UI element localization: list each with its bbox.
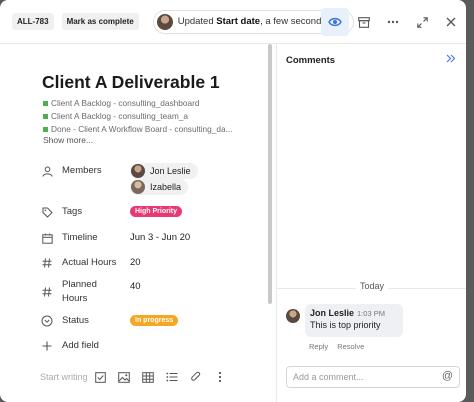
resolve-link[interactable]: Resolve — [337, 342, 364, 351]
board-link[interactable]: Client A Backlog - consulting_dashboard — [43, 98, 200, 108]
member-chip[interactable]: Izabella — [130, 179, 189, 195]
status-label: Status — [62, 315, 89, 326]
timeline-field: Timeline — [40, 231, 98, 245]
planned-hours-value[interactable]: 40 — [130, 280, 141, 294]
avatar — [131, 164, 145, 178]
members-label: Members — [62, 165, 102, 176]
board-link[interactable]: Done - Client A Workflow Board - consult… — [43, 124, 233, 134]
comments-title: Comments — [286, 55, 336, 66]
status-circle-icon — [40, 314, 54, 328]
tags-label: Tags — [62, 206, 83, 217]
list-icon[interactable] — [160, 370, 184, 384]
tag-badge[interactable]: High Priority — [130, 206, 183, 217]
show-more-link[interactable]: Show more... — [43, 135, 93, 145]
planned-hours-label: Planned — [62, 279, 97, 290]
more-vertical-icon[interactable] — [208, 370, 232, 384]
checkbox-icon[interactable] — [88, 370, 112, 384]
member-name: Izabella — [150, 182, 182, 192]
hash-icon — [40, 256, 54, 270]
reply-link[interactable]: Reply — [309, 342, 328, 351]
description-composer: Start writing — [40, 370, 232, 384]
member-chip[interactable]: Jon Leslie — [130, 163, 198, 179]
calendar-icon — [40, 231, 54, 245]
members-field: Members — [40, 164, 102, 178]
comments-panel: Comments Today Jon Leslie 1:03 PM This is… — [277, 44, 466, 402]
comment-input-placeholder: Add a comment... — [293, 372, 364, 382]
actual-hours-label: Actual Hours — [62, 257, 117, 268]
collapse-icon[interactable] — [446, 54, 456, 66]
expand-icon[interactable] — [408, 8, 436, 36]
avatar — [131, 180, 145, 194]
person-icon — [40, 164, 54, 178]
status-badge[interactable]: In progress — [130, 315, 179, 326]
board-square-icon — [43, 100, 48, 106]
day-label: Today — [356, 281, 389, 291]
tag-icon — [40, 205, 54, 219]
board-link[interactable]: Client A Backlog - consulting_team_a — [43, 111, 188, 121]
comment-author: Jon Leslie — [310, 308, 355, 318]
table-icon[interactable] — [136, 370, 160, 384]
task-id-chip[interactable]: ALL-783 — [12, 13, 54, 30]
timeline-value[interactable]: Jun 3 - Jun 20 — [130, 231, 190, 245]
mark-complete-button[interactable]: Mark as complete — [61, 13, 139, 30]
avatar — [286, 309, 300, 323]
task-header: ALL-783 Mark as complete Updated Start d… — [0, 0, 466, 44]
composer-placeholder[interactable]: Start writing — [40, 372, 88, 382]
scrollbar[interactable] — [268, 44, 272, 304]
mention-icon[interactable]: @ — [442, 370, 453, 382]
avatar — [156, 13, 173, 30]
actual-hours-field: Actual Hours — [40, 256, 116, 270]
close-icon[interactable] — [437, 8, 465, 36]
board-square-icon — [43, 126, 48, 132]
hash-icon — [40, 285, 54, 299]
task-details-panel: Client A Deliverable 1 Client A Backlog … — [0, 44, 272, 402]
plus-icon — [40, 339, 54, 353]
task-title[interactable]: Client A Deliverable 1 — [42, 72, 220, 93]
task-modal: ALL-783 Mark as complete Updated Start d… — [0, 0, 466, 402]
tags-field: Tags — [40, 205, 82, 219]
actual-hours-value[interactable]: 20 — [130, 256, 141, 270]
member-name: Jon Leslie — [150, 166, 191, 176]
board-label: Client A Backlog - consulting_dashboard — [51, 98, 200, 108]
attachment-icon[interactable] — [184, 370, 208, 384]
activity-field: Start date — [216, 16, 261, 27]
timeline-label: Timeline — [62, 232, 98, 243]
activity-prefix: Updated — [177, 16, 214, 27]
planned-hours-field: Planned Hours — [40, 279, 97, 304]
status-field: Status — [40, 314, 89, 328]
comment-actions: Reply Resolve — [309, 342, 373, 351]
eye-icon[interactable] — [321, 8, 349, 36]
comment-text: This is top priority — [310, 320, 381, 330]
board-square-icon — [43, 113, 48, 119]
board-label: Done - Client A Workflow Board - consult… — [51, 124, 233, 134]
archive-icon[interactable] — [350, 8, 378, 36]
comment-input[interactable]: Add a comment... @ — [286, 366, 460, 388]
comment-bubble: Jon Leslie 1:03 PM This is top priority — [305, 304, 403, 337]
board-label: Client A Backlog - consulting_team_a — [51, 111, 188, 121]
planned-hours-label: Hours — [62, 293, 88, 304]
image-icon[interactable] — [112, 370, 136, 384]
more-icon[interactable] — [379, 8, 407, 36]
add-field-label: Add field — [62, 340, 99, 351]
add-field-button[interactable]: Add field — [40, 339, 99, 353]
comment-time: 1:03 PM — [357, 309, 385, 318]
